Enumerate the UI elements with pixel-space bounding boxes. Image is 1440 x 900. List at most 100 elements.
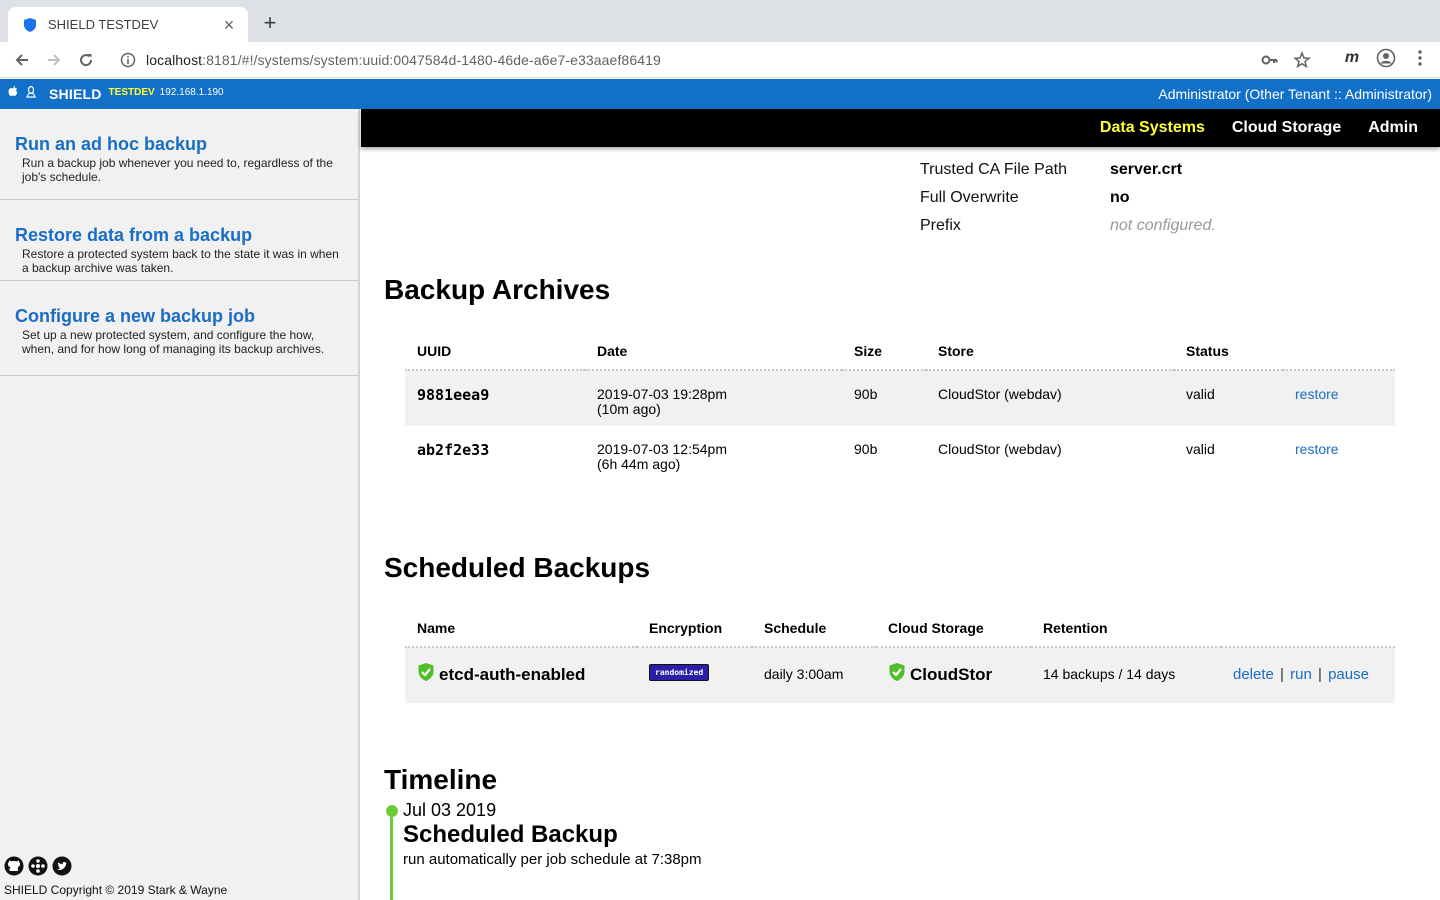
tab-title: SHIELD TESTDEV <box>48 17 159 32</box>
brand-name[interactable]: SHIELD <box>49 86 102 102</box>
config-row: Full Overwrite no <box>920 189 1130 207</box>
job-name[interactable]: etcd-auth-enabled <box>439 665 585 684</box>
config-value: not configured. <box>1110 217 1216 234</box>
reload-icon[interactable] <box>74 48 98 72</box>
sidebar-item-desc: Restore a protected system back to the s… <box>22 247 339 275</box>
table-header-row: UUID Date Size Store Status <box>405 343 1395 371</box>
sidebar-item-desc: Set up a new protected system, and confi… <box>22 328 325 356</box>
sidebar-item-title[interactable]: Restore data from a backup <box>15 225 343 246</box>
config-key: Full Overwrite <box>920 189 1019 206</box>
browser-toolbar: localhost:8181/#!/systems/system:uuid:00… <box>0 42 1440 78</box>
star-icon[interactable] <box>1292 50 1312 70</box>
sidebar-item-title[interactable]: Run an ad hoc backup <box>15 134 343 155</box>
sidebar-item-desc: Run a backup job whenever you need to, r… <box>22 156 333 184</box>
linux-icon <box>25 85 37 104</box>
archive-store: CloudStor (webdav) <box>938 441 1062 457</box>
archive-store: CloudStor (webdav) <box>926 370 1174 426</box>
column-header: Status <box>1174 343 1283 371</box>
archive-uuid: ab2f2e33 <box>417 441 490 459</box>
menu-dots-icon[interactable] <box>1410 48 1430 68</box>
info-icon[interactable] <box>118 50 138 70</box>
browser-tab-bar: SHIELD TESTDEV × + <box>0 0 1440 42</box>
delete-link[interactable]: delete <box>1233 666 1274 683</box>
config-row: Trusted CA File Path server.crt <box>920 161 1182 179</box>
forward-icon[interactable] <box>42 48 66 72</box>
extension-m-icon[interactable]: m <box>1342 48 1362 68</box>
column-header: UUID <box>405 343 585 371</box>
archive-ago: (10m ago) <box>597 401 661 417</box>
backup-archives-heading: Backup Archives <box>384 274 611 305</box>
sidebar-item-configure-job[interactable]: Configure a new backup job Set up a new … <box>0 281 358 376</box>
timeline-event-desc: run automatically per job schedule at 7:… <box>403 851 702 868</box>
restore-link[interactable]: restore <box>1295 386 1339 402</box>
restore-link[interactable]: restore <box>1295 441 1339 457</box>
app-header: SHIELD TESTDEV 192.168.1.190 Administrat… <box>0 79 1440 109</box>
sidebar-item-adhoc-backup[interactable]: Run an ad hoc backup Run a backup job wh… <box>0 109 358 200</box>
key-icon[interactable] <box>1260 50 1280 70</box>
column-header-actions <box>1221 620 1395 648</box>
pause-link[interactable]: pause <box>1328 666 1369 683</box>
sidebar-item-title[interactable]: Configure a new backup job <box>15 306 343 327</box>
run-link[interactable]: run <box>1290 666 1312 683</box>
job-retention: 14 backups / 14 days <box>1031 647 1221 703</box>
archive-status: valid <box>1174 370 1283 426</box>
twitter-icon[interactable] <box>52 856 72 881</box>
config-key: Prefix <box>920 217 961 234</box>
sidebar-item-restore[interactable]: Restore data from a backup Restore a pro… <box>0 200 358 281</box>
timeline-date: Jul 03 2019 <box>403 800 497 820</box>
main-content: Trusted CA File Path server.crt Full Ove… <box>361 147 1440 900</box>
table-header-row: Name Encryption Schedule Cloud Storage R… <box>405 620 1395 648</box>
column-header: Size <box>842 343 926 371</box>
config-value: server.crt <box>1110 161 1183 178</box>
column-header: Encryption <box>637 620 752 648</box>
column-header: Date <box>585 343 842 371</box>
shield-check-icon <box>888 662 906 685</box>
url-text: localhost:8181/#!/systems/system:uuid:00… <box>146 52 661 68</box>
back-icon[interactable] <box>10 48 34 72</box>
nav-data-systems[interactable]: Data Systems <box>1100 119 1205 137</box>
job-storage[interactable]: CloudStor <box>910 665 992 684</box>
nav-cloud-storage[interactable]: Cloud Storage <box>1232 119 1341 137</box>
separator: | <box>1317 666 1322 683</box>
nav-admin[interactable]: Admin <box>1368 119 1418 137</box>
community-icon[interactable] <box>28 856 48 881</box>
archive-uuid: 9881eea9 <box>417 386 490 404</box>
profile-icon[interactable] <box>1376 48 1396 68</box>
table-row: ab2f2e33 2019-07-03 12:54pm (6h 44m ago) … <box>405 426 1395 482</box>
archive-date: 2019-07-03 12:54pm <box>597 441 727 457</box>
archive-ago: (6h 44m ago) <box>597 456 681 472</box>
top-navigation: Data Systems Cloud Storage Admin <box>361 109 1440 147</box>
archive-size: 90b <box>854 441 878 457</box>
config-row: Prefix not configured. <box>920 217 1216 235</box>
timeline-line <box>390 817 393 900</box>
archive-size: 90b <box>842 370 926 426</box>
apple-icon <box>7 85 19 103</box>
archive-date: 2019-07-03 19:28pm <box>597 386 727 402</box>
scheduled-table: Name Encryption Schedule Cloud Storage R… <box>405 620 1395 703</box>
github-icon[interactable] <box>4 856 24 881</box>
column-header: Cloud Storage <box>876 620 1031 648</box>
new-tab-icon[interactable]: + <box>258 11 282 35</box>
config-key: Trusted CA File Path <box>920 161 1068 178</box>
column-header: Retention <box>1031 620 1221 648</box>
timeline-heading: Timeline <box>384 764 498 795</box>
timeline-dot <box>386 805 398 817</box>
address-bar[interactable]: localhost:8181/#!/systems/system:uuid:00… <box>108 45 1320 75</box>
sidebar: Run an ad hoc backup Run a backup job wh… <box>0 109 360 900</box>
scheduled-backups-heading: Scheduled Backups <box>384 552 651 583</box>
archives-table: UUID Date Size Store Status 9881eea9 201… <box>405 343 1395 482</box>
archive-status: valid <box>1186 441 1215 457</box>
url-host: localhost <box>146 52 203 68</box>
ip-address: 192.168.1.190 <box>159 86 224 98</box>
url-path: :8181/#!/systems/system:uuid:0047584d-14… <box>202 52 661 68</box>
column-header: Store <box>926 343 1174 371</box>
browser-tab[interactable]: SHIELD TESTDEV × <box>8 7 248 42</box>
column-header-actions <box>1283 343 1395 371</box>
shield-check-icon <box>417 662 435 685</box>
copyright-text: SHIELD Copyright © 2019 Stark & Wayne <box>4 883 228 897</box>
config-value: no <box>1110 189 1130 206</box>
user-menu[interactable]: Administrator (Other Tenant :: Administr… <box>1158 86 1432 102</box>
close-icon[interactable]: × <box>220 16 238 34</box>
sidebar-footer: SHIELD Copyright © 2019 Stark & Wayne <box>4 856 227 897</box>
column-header: Schedule <box>752 620 876 648</box>
